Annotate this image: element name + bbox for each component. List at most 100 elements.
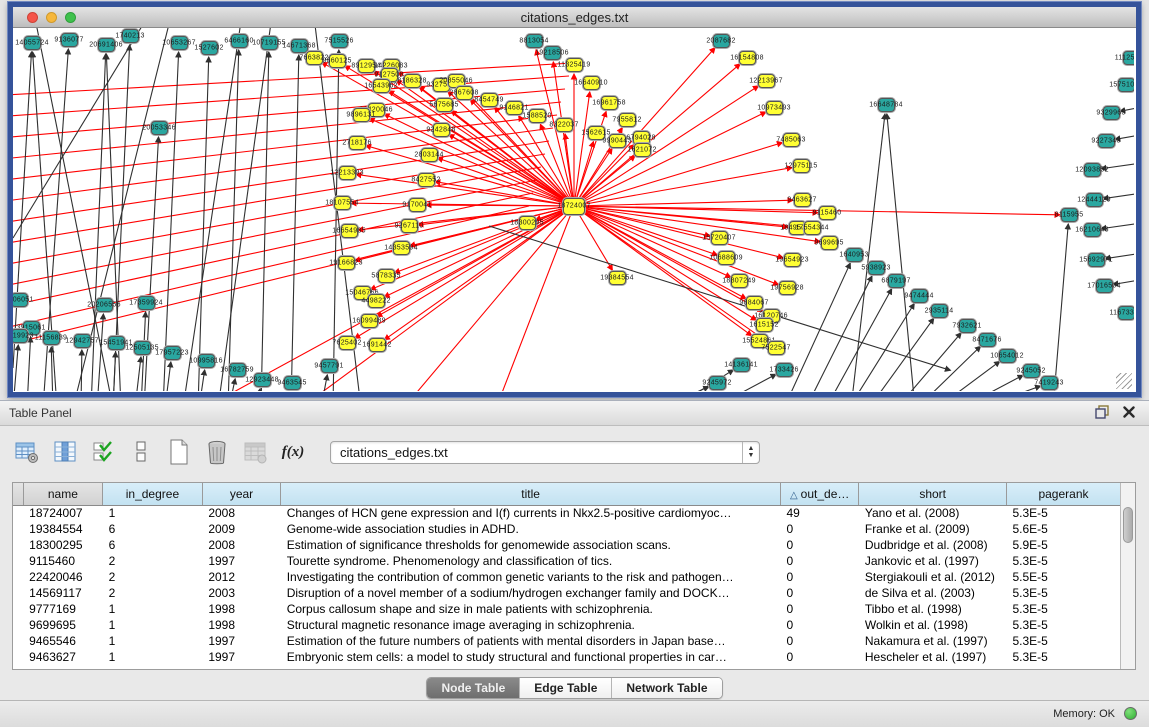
graph-node[interactable]: 16099489 xyxy=(361,314,378,328)
table-cell[interactable]: 0 xyxy=(780,585,858,601)
graph-node[interactable]: 9227343 xyxy=(1098,134,1115,148)
table-cell[interactable]: 1 xyxy=(103,617,203,633)
table-cell[interactable]: Structural magnetic resonance image aver… xyxy=(281,617,781,633)
graph-node[interactable]: 17359924 xyxy=(138,296,155,310)
graph-node[interactable]: 16154808 xyxy=(739,51,756,65)
graph-node[interactable]: 9660125 xyxy=(329,54,346,68)
graph-node[interactable]: 18300295 xyxy=(519,216,536,230)
graph-node[interactable]: 9457791 xyxy=(321,359,338,373)
graph-node[interactable]: 8427552 xyxy=(418,173,435,187)
graph-node[interactable]: 14353594 xyxy=(393,241,410,255)
graph-node[interactable]: 16654985 xyxy=(341,224,358,238)
graph-node[interactable]: 10688609 xyxy=(718,251,735,265)
graph-node[interactable]: 10995816 xyxy=(198,354,215,368)
table-cell[interactable]: 0 xyxy=(780,537,858,553)
column-header-out_de[interactable]: △out_de… xyxy=(780,483,858,505)
graph-node[interactable]: 19654923 xyxy=(784,253,801,267)
graph-node[interactable]: 15692971 xyxy=(1088,253,1105,267)
graph-node[interactable]: 19218506 xyxy=(544,46,561,60)
table-cell[interactable]: 1 xyxy=(103,505,203,521)
graph-node[interactable]: 2935114 xyxy=(931,304,948,318)
table-cell[interactable]: 2 xyxy=(103,553,203,569)
table-cell[interactable]: Changes of HCN gene expression and I(f) … xyxy=(281,505,781,521)
scrollbar-thumb[interactable] xyxy=(1123,507,1133,543)
table-cell[interactable]: Corpus callosum shape and size in male p… xyxy=(281,601,781,617)
table-row[interactable]: 946362711997Embryonic stem cells: a mode… xyxy=(13,649,1121,665)
table-cell[interactable]: 5.6E-5 xyxy=(1006,521,1120,537)
graph-node[interactable]: 1640953 xyxy=(846,248,863,262)
table-cell[interactable]: Genome-wide association studies in ADHD. xyxy=(281,521,781,537)
table-row[interactable]: 1456911722003Disruption of a novel membe… xyxy=(13,585,1121,601)
window-titlebar[interactable]: citations_edges.txt xyxy=(13,7,1136,28)
graph-node[interactable]: 9896131 xyxy=(353,108,370,122)
graph-node[interactable]: 8454749 xyxy=(481,93,498,107)
graph-node[interactable]: 1621072 xyxy=(634,143,651,157)
graph-node[interactable]: 8115955 xyxy=(1061,208,1078,222)
graph-node[interactable]: 1733426 xyxy=(776,363,793,377)
graph-node[interactable]: 16961758 xyxy=(601,96,618,110)
graph-node[interactable]: 2867608 xyxy=(456,86,473,100)
table-cell[interactable]: Hescheler et al. (1997) xyxy=(859,649,1007,665)
graph-node[interactable]: 20053346 xyxy=(151,121,168,135)
table-cell[interactable]: 2009 xyxy=(202,521,280,537)
table-cell[interactable]: 9463627 xyxy=(23,649,102,665)
table-cell[interactable]: 14569117 xyxy=(23,585,102,601)
network-canvas[interactable]: 2506051140557249136077206914061740213106… xyxy=(13,28,1134,391)
table-chooser-combobox[interactable]: citations_edges.txt ▲▼ xyxy=(330,441,760,464)
graph-node[interactable]: 2803144 xyxy=(421,148,438,162)
graph-node[interactable]: 1615152 xyxy=(756,318,773,332)
graph-node[interactable]: 9115460 xyxy=(819,206,836,220)
graph-node[interactable]: 10973493 xyxy=(766,101,783,115)
table-mode-button[interactable] xyxy=(14,439,40,465)
table-cell[interactable]: Yano et al. (2008) xyxy=(859,505,1007,521)
table-cell[interactable]: Investigating the contribution of common… xyxy=(281,569,781,585)
graph-node[interactable]: 7932621 xyxy=(959,319,976,333)
graph-node[interactable]: 9245052 xyxy=(1023,364,1040,378)
graph-node[interactable]: 7625402 xyxy=(339,336,356,350)
graph-node[interactable]: 14136141 xyxy=(733,358,750,372)
graph-node[interactable]: 18807249 xyxy=(731,274,748,288)
tab-node-table[interactable]: Node Table xyxy=(427,678,520,698)
graph-node[interactable]: 7955812 xyxy=(619,113,636,127)
graph-node[interactable]: 17554344 xyxy=(804,221,821,235)
table-cell[interactable]: 1997 xyxy=(202,633,280,649)
table-cell[interactable]: Embryonic stem cells: a model to study s… xyxy=(281,649,781,665)
graph-node[interactable]: 9242848 xyxy=(433,123,450,137)
graph-node[interactable]: 16648784 xyxy=(878,98,895,112)
table-cell[interactable]: Nakamura et al. (1997) xyxy=(859,633,1007,649)
table-row[interactable]: 977716911998Corpus callosum shape and si… xyxy=(13,601,1121,617)
graph-node[interactable]: 9884067 xyxy=(746,296,763,310)
graph-node[interactable]: 11673353 xyxy=(1118,306,1135,320)
graph-node[interactable]: 20206556 xyxy=(96,298,113,312)
table-cell[interactable]: 18724007 xyxy=(23,505,102,521)
table-row[interactable]: 1830029562008Estimation of significance … xyxy=(13,537,1121,553)
table-cell[interactable]: 1998 xyxy=(202,617,280,633)
table-cell[interactable]: 0 xyxy=(780,553,858,569)
graph-node[interactable]: 9146821 xyxy=(506,101,523,115)
column-header-in_degree[interactable]: in_degree xyxy=(103,483,203,505)
graph-node[interactable]: 11125253 xyxy=(1123,51,1135,65)
graph-node[interactable]: 2718176 xyxy=(349,136,366,150)
graph-node[interactable]: 14055724 xyxy=(24,36,41,50)
table-cell[interactable]: 9699695 xyxy=(23,617,102,633)
table-cell[interactable]: 19384554 xyxy=(23,521,102,537)
graph-node[interactable]: 18724007 xyxy=(563,198,585,215)
graph-node[interactable]: 7522547 xyxy=(768,341,785,355)
column-header-pagerank[interactable]: pagerank xyxy=(1006,483,1120,505)
tab-network-table[interactable]: Network Table xyxy=(612,678,721,698)
graph-node[interactable]: 11325419 xyxy=(566,58,583,72)
graph-node[interactable]: 8912954 xyxy=(358,59,375,73)
table-row[interactable]: 969969511998Structural magnetic resonanc… xyxy=(13,617,1121,633)
graph-node[interactable]: 5675685 xyxy=(436,98,453,112)
graph-node[interactable]: 17016504 xyxy=(1096,279,1113,293)
graph-node[interactable]: 20691406 xyxy=(98,38,115,52)
column-header-title[interactable]: title xyxy=(281,483,781,505)
graph-node[interactable]: 6466160 xyxy=(231,34,248,48)
graph-node[interactable]: 15451941 xyxy=(108,336,125,350)
graph-node[interactable]: 12505135 xyxy=(134,341,151,355)
graph-node[interactable]: 2087682 xyxy=(713,34,730,48)
graph-node[interactable]: 7485063 xyxy=(783,133,800,147)
graph-node[interactable]: 9245972 xyxy=(709,376,726,390)
table-cell[interactable]: 9465546 xyxy=(23,633,102,649)
graph-node[interactable]: 16210643 xyxy=(1084,223,1101,237)
